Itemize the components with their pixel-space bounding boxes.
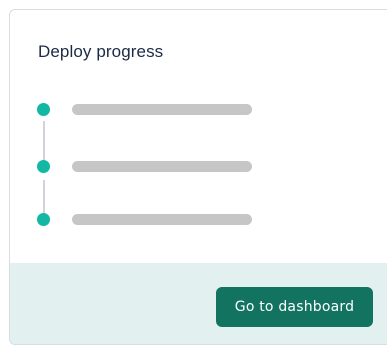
- timeline-step-1: [37, 103, 267, 117]
- timeline-step-3: [37, 213, 267, 227]
- card-footer: Go to dashboard: [10, 263, 387, 344]
- timeline-connector: [43, 121, 45, 161]
- step-label-placeholder: [72, 161, 252, 172]
- go-to-dashboard-button[interactable]: Go to dashboard: [216, 287, 373, 327]
- step-label-placeholder: [72, 104, 252, 115]
- deploy-progress-card: Deploy progress Go to dashboard: [9, 9, 387, 345]
- timeline-connector: [43, 180, 45, 215]
- step-label-placeholder: [72, 214, 252, 225]
- step-complete-dot: [37, 160, 50, 173]
- step-complete-dot: [37, 213, 50, 226]
- timeline-step-2: [37, 160, 267, 174]
- progress-timeline: [10, 10, 387, 270]
- step-complete-dot: [37, 103, 50, 116]
